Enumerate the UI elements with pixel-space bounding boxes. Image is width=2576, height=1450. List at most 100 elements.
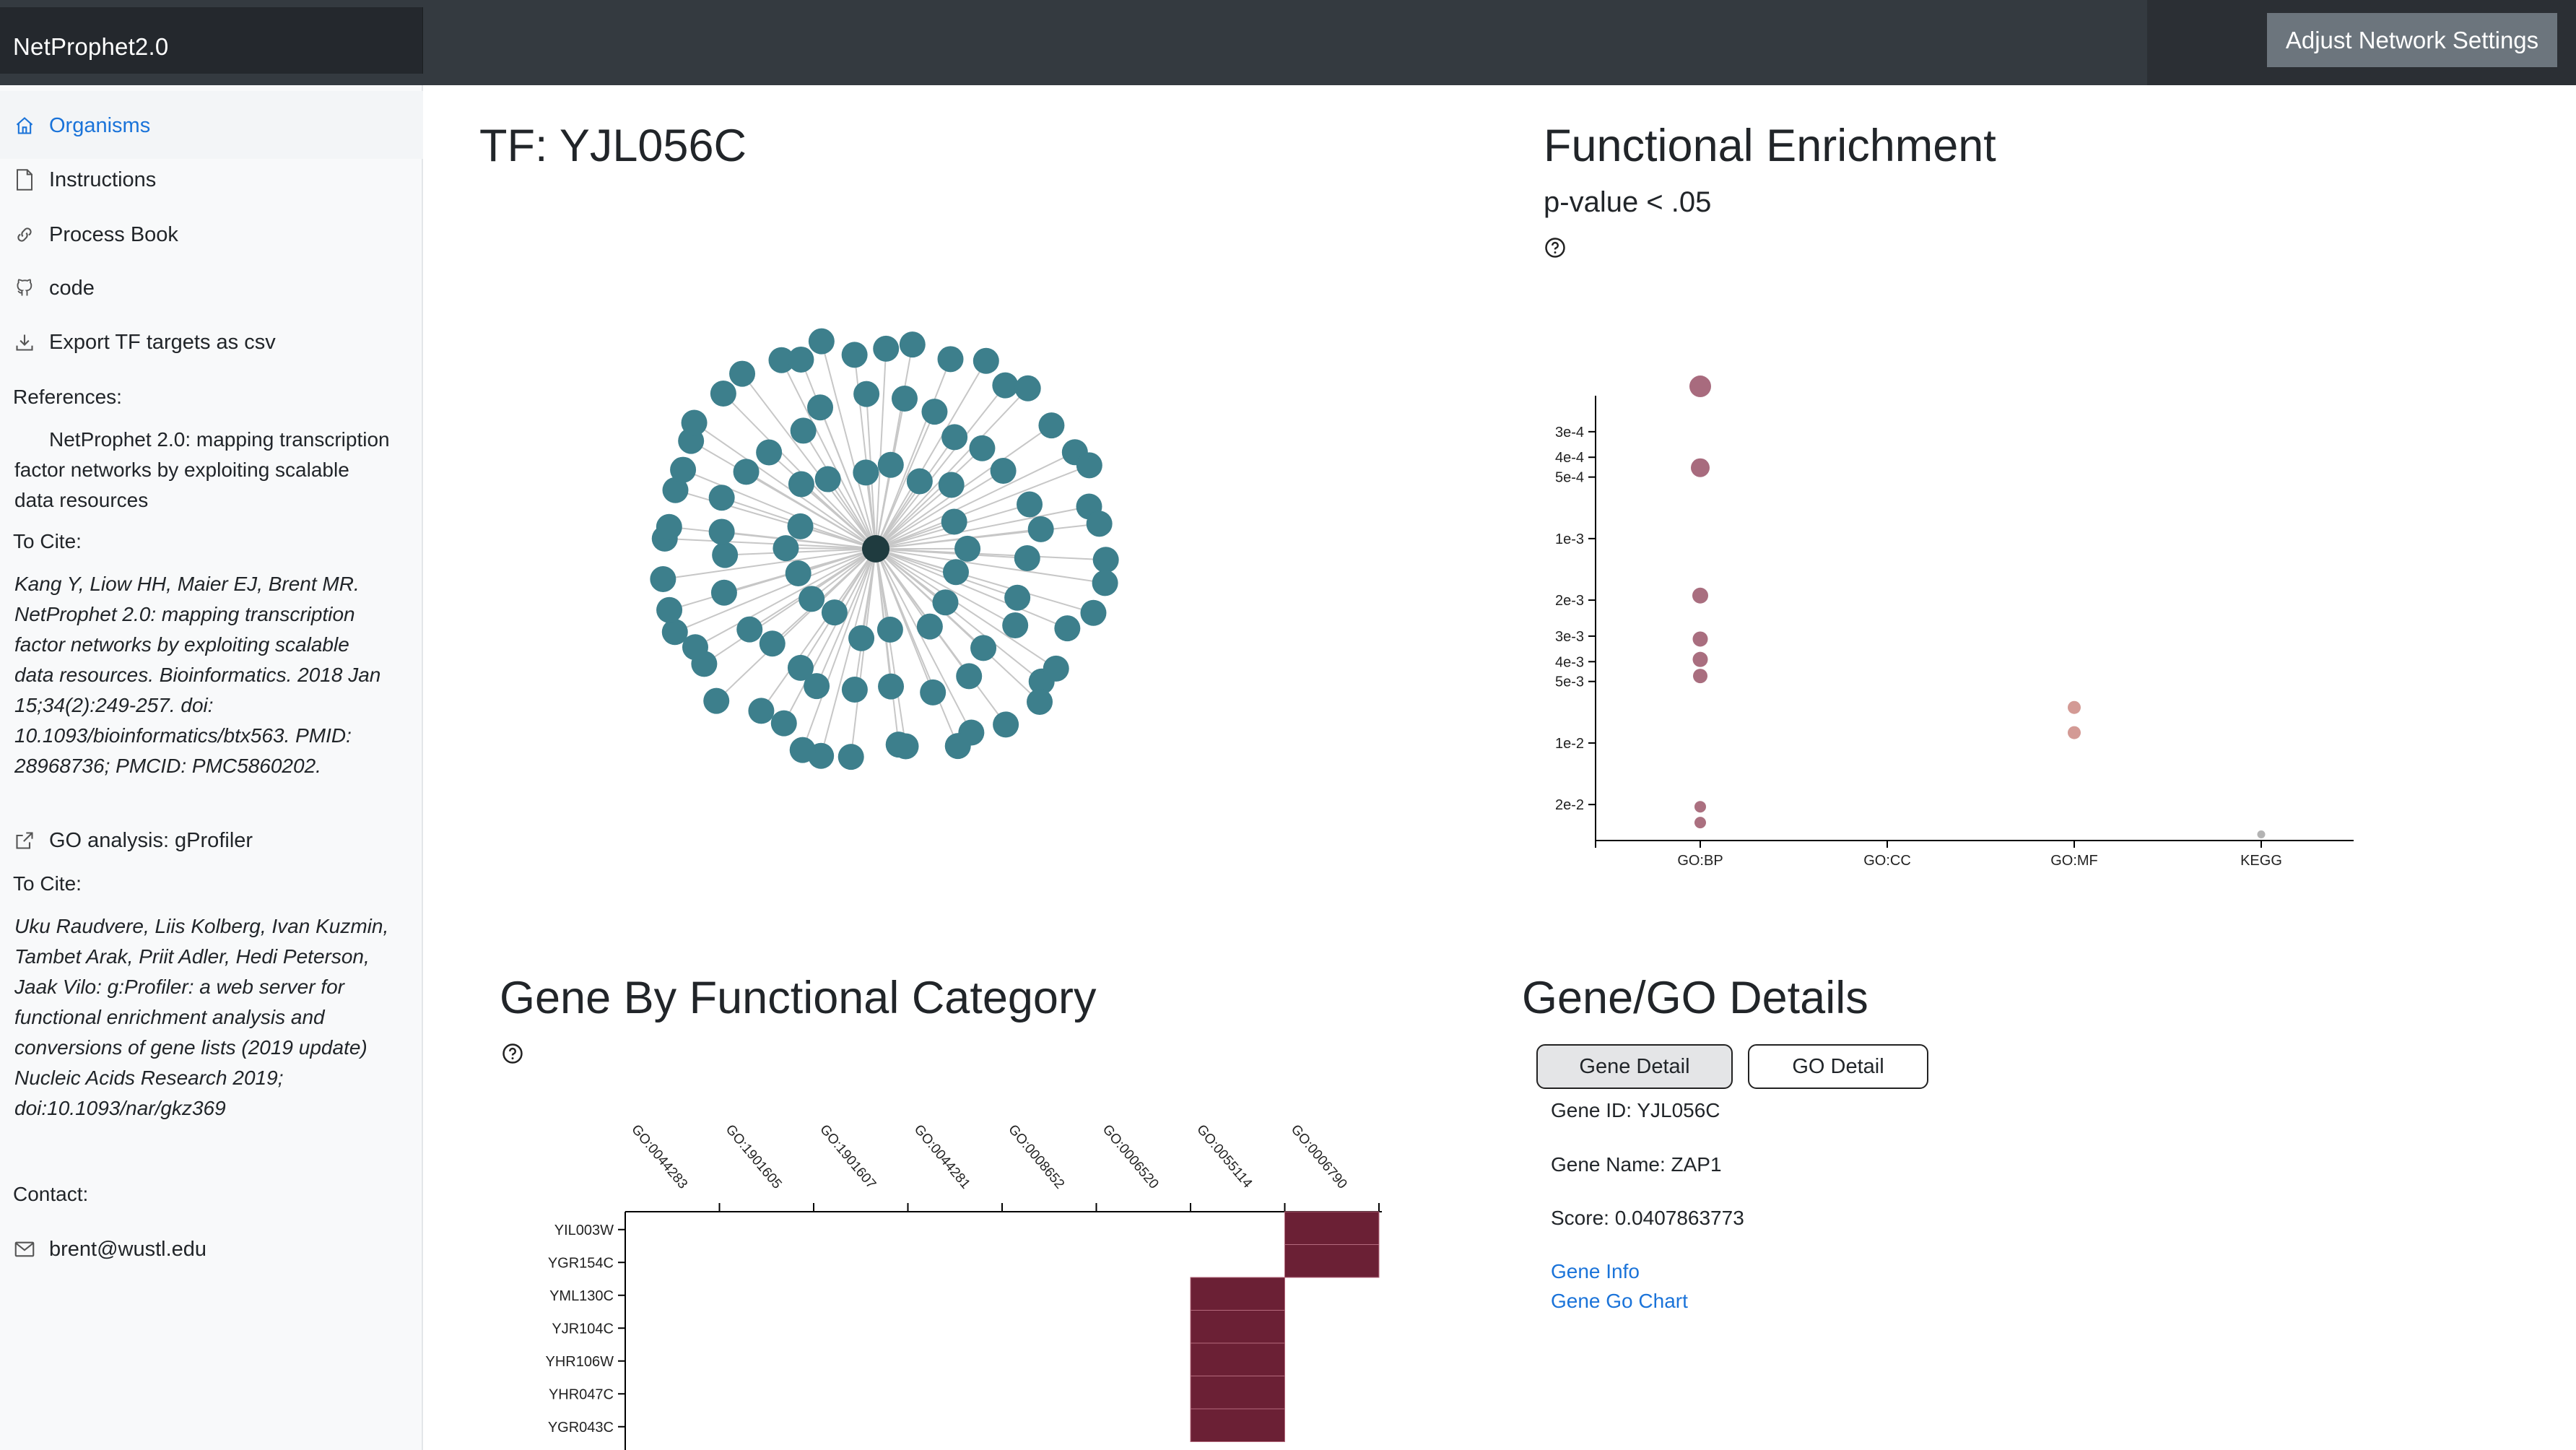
- reference-netprophet[interactable]: NetProphet 2.0: mapping transcription fa…: [14, 425, 390, 516]
- enrichment-point[interactable]: [1694, 801, 1706, 813]
- enrichment-point[interactable]: [1691, 458, 1710, 477]
- target-gene-node[interactable]: [937, 346, 964, 373]
- adjust-network-settings-button[interactable]: Adjust Network Settings: [2267, 13, 2557, 67]
- target-gene-node[interactable]: [773, 535, 799, 562]
- gene-detail-tab[interactable]: Gene Detail: [1536, 1044, 1733, 1089]
- tf-center-node[interactable]: [862, 535, 889, 563]
- target-gene-node[interactable]: [853, 459, 879, 486]
- target-gene-node[interactable]: [1080, 599, 1107, 626]
- target-gene-node[interactable]: [992, 372, 1019, 399]
- target-gene-node[interactable]: [770, 710, 797, 737]
- target-gene-node[interactable]: [656, 596, 683, 623]
- target-gene-node[interactable]: [944, 733, 971, 760]
- target-gene-node[interactable]: [708, 485, 735, 511]
- target-gene-node[interactable]: [1076, 452, 1102, 479]
- target-gene-node[interactable]: [1017, 491, 1043, 518]
- target-gene-node[interactable]: [877, 451, 904, 478]
- enrichment-point[interactable]: [1694, 817, 1706, 829]
- gene-category-heatmap[interactable]: GO:0044283 GO:1901605 GO:1901607 GO:0044281…: [505, 1105, 1415, 1450]
- heatmap-cell[interactable]: [1284, 1211, 1380, 1245]
- target-gene-node[interactable]: [1004, 584, 1031, 611]
- enrichment-point[interactable]: [1693, 669, 1707, 684]
- target-gene-node[interactable]: [941, 508, 967, 535]
- target-gene-node[interactable]: [1014, 375, 1041, 401]
- sidebar-item-instructions[interactable]: Instructions: [13, 164, 156, 196]
- target-gene-node[interactable]: [790, 417, 817, 444]
- target-gene-node[interactable]: [712, 542, 739, 568]
- target-gene-node[interactable]: [703, 687, 730, 714]
- help-icon[interactable]: [1544, 237, 1566, 259]
- target-gene-node[interactable]: [932, 589, 959, 616]
- target-gene-node[interactable]: [789, 737, 816, 763]
- enrichment-scatter-chart[interactable]: 3e-4 4e-4 5e-4 1e-3 2e-3 3e-3 4e-3 5e-3 1e-2 2e-2…: [1516, 375, 2383, 881]
- heatmap-cell[interactable]: [1190, 1408, 1285, 1442]
- enrichment-point[interactable]: [1689, 375, 1711, 398]
- target-gene-node[interactable]: [916, 613, 943, 640]
- target-gene-node[interactable]: [788, 346, 814, 373]
- go-detail-tab[interactable]: GO Detail: [1748, 1044, 1928, 1089]
- target-gene-node[interactable]: [941, 424, 968, 451]
- target-gene-node[interactable]: [656, 513, 682, 540]
- target-gene-node[interactable]: [787, 513, 814, 539]
- target-gene-node[interactable]: [873, 335, 900, 362]
- target-gene-node[interactable]: [853, 381, 880, 407]
- target-gene-node[interactable]: [681, 409, 708, 436]
- target-gene-node[interactable]: [1092, 570, 1118, 596]
- target-gene-node[interactable]: [788, 471, 814, 498]
- target-gene-node[interactable]: [736, 616, 763, 643]
- heatmap-cell[interactable]: [1284, 1244, 1380, 1278]
- target-gene-node[interactable]: [920, 679, 947, 706]
- target-gene-node[interactable]: [807, 394, 834, 421]
- heatmap-cell[interactable]: [1190, 1277, 1285, 1311]
- tf-network-graph[interactable]: [621, 296, 1213, 802]
- target-gene-node[interactable]: [921, 399, 948, 425]
- target-gene-node[interactable]: [841, 342, 868, 368]
- target-gene-node[interactable]: [710, 579, 737, 606]
- target-gene-node[interactable]: [1027, 688, 1053, 715]
- target-gene-node[interactable]: [1027, 516, 1054, 542]
- target-gene-node[interactable]: [970, 635, 997, 661]
- sidebar-item-process-book[interactable]: Process Book: [13, 219, 178, 251]
- target-gene-node[interactable]: [733, 459, 760, 485]
- target-gene-node[interactable]: [876, 616, 903, 643]
- target-gene-node[interactable]: [837, 744, 864, 770]
- target-gene-node[interactable]: [759, 630, 786, 657]
- help-icon[interactable]: [502, 1043, 523, 1064]
- target-gene-node[interactable]: [885, 731, 912, 758]
- enrichment-point[interactable]: [2068, 726, 2081, 739]
- target-gene-node[interactable]: [729, 360, 756, 387]
- target-gene-node[interactable]: [808, 328, 835, 355]
- enrichment-point[interactable]: [1692, 587, 1708, 604]
- target-gene-node[interactable]: [799, 586, 825, 612]
- target-gene-node[interactable]: [848, 625, 875, 651]
- target-gene-node[interactable]: [661, 619, 688, 646]
- target-gene-node[interactable]: [821, 599, 848, 626]
- sidebar-item-export-csv[interactable]: Export TF targets as csv: [13, 326, 276, 358]
- target-gene-node[interactable]: [841, 676, 868, 703]
- heatmap-cell[interactable]: [1190, 1310, 1285, 1344]
- target-gene-node[interactable]: [710, 380, 736, 407]
- heatmap-cell[interactable]: [1190, 1342, 1285, 1376]
- target-gene-node[interactable]: [708, 518, 735, 545]
- target-gene-node[interactable]: [1054, 615, 1081, 642]
- target-gene-node[interactable]: [785, 560, 811, 587]
- reference-gprofiler[interactable]: GO analysis: gProfiler: [13, 825, 253, 856]
- target-gene-node[interactable]: [1038, 412, 1065, 439]
- target-gene-node[interactable]: [878, 673, 905, 700]
- target-gene-node[interactable]: [670, 456, 697, 483]
- target-gene-node[interactable]: [938, 472, 965, 498]
- target-gene-node[interactable]: [814, 466, 841, 492]
- enrichment-point[interactable]: [1692, 651, 1708, 667]
- sidebar-item-code[interactable]: code: [13, 272, 95, 304]
- target-gene-node[interactable]: [969, 435, 996, 461]
- target-gene-node[interactable]: [899, 331, 926, 358]
- gene-go-chart-link[interactable]: Gene Go Chart: [1551, 1290, 1688, 1313]
- enrichment-point[interactable]: [2257, 830, 2266, 839]
- target-gene-node[interactable]: [891, 385, 918, 412]
- enrichment-point[interactable]: [2068, 700, 2081, 714]
- enrichment-point[interactable]: [1692, 631, 1708, 647]
- target-gene-node[interactable]: [990, 457, 1017, 484]
- sidebar-item-organisms[interactable]: Organisms: [13, 110, 150, 142]
- target-gene-node[interactable]: [1002, 612, 1029, 638]
- target-gene-node[interactable]: [954, 535, 981, 562]
